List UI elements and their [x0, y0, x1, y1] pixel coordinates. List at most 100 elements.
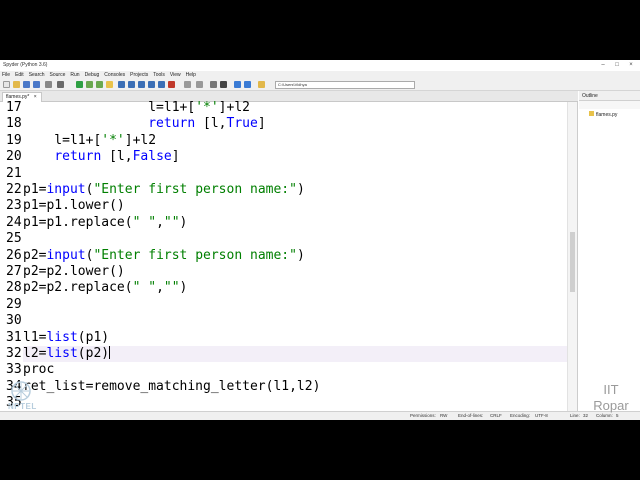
line-number: 25 [6, 231, 22, 247]
menu-view[interactable]: View [170, 71, 181, 79]
run-cell-advance-icon[interactable] [96, 81, 103, 88]
window-title: Spyder (Python 3.6) [3, 62, 48, 68]
at-symbol-icon[interactable] [45, 81, 52, 88]
line-number: 20 [6, 149, 22, 165]
new-file-icon[interactable] [3, 81, 10, 88]
line-number: 18 [6, 116, 22, 132]
code-line[interactable]: p2=p2.replace(" ","") [23, 280, 187, 296]
code-line[interactable]: p1=input("Enter first person name:") [23, 182, 305, 198]
status-bar: Permissions: RW End-of-lines: CRLF Encod… [0, 411, 640, 420]
line-number: 19 [6, 132, 22, 148]
save-icon[interactable] [23, 81, 30, 88]
line-number: 21 [6, 165, 22, 181]
line-number: 32 [6, 346, 22, 361]
menu-run[interactable]: Run [70, 71, 79, 79]
menu-consoles[interactable]: Consoles [104, 71, 125, 79]
line-number: 29 [6, 296, 22, 312]
debug-icon[interactable] [118, 81, 125, 88]
list-icon[interactable] [57, 81, 64, 88]
working-directory-input[interactable]: C:\Users\Vidhya [275, 81, 415, 89]
maximize-icon[interactable]: □ [610, 60, 624, 71]
menu-help[interactable]: Help [186, 71, 196, 79]
forward-arrow-icon[interactable] [244, 81, 251, 88]
code-line[interactable]: return [l,False] [23, 149, 179, 165]
code-line[interactable]: l=l1+['*']+l2 [23, 100, 250, 116]
encoding-value: UTF-8 [535, 413, 548, 418]
continue-icon[interactable] [158, 81, 165, 88]
video-letterbox-top [0, 0, 640, 60]
code-line[interactable]: p1=p1.lower() [23, 198, 125, 214]
code-line[interactable]: ret_list=remove_matching_letter(l1,l2) [23, 379, 320, 395]
run-selection-icon[interactable] [106, 81, 113, 88]
step-into-icon[interactable] [138, 81, 145, 88]
line-number-gutter: 17 18 19 20 21 22 23 24 25 26 27 28 29 30 31 32 33 34 35 [0, 100, 23, 411]
line-number: 27 [6, 264, 22, 279]
back-arrow-icon[interactable] [234, 81, 241, 88]
menu-tools[interactable]: Tools [153, 71, 165, 79]
line-label: Line: [570, 413, 580, 418]
line-number: 17 [6, 100, 22, 115]
close-icon[interactable]: × [624, 60, 638, 71]
code-line[interactable]: proc [23, 362, 54, 378]
menu-search[interactable]: Search [29, 71, 45, 79]
institute-line-1: IIT [603, 382, 619, 397]
main-toolbar: C:\Users\Vidhya [0, 79, 640, 91]
outline-title: Outline [579, 91, 640, 101]
run-icon[interactable] [76, 81, 83, 88]
run-cell-icon[interactable] [86, 81, 93, 88]
nptel-watermark: NPTEL [8, 402, 37, 411]
code-line[interactable]: l1=list(p1) [23, 330, 109, 346]
stop-debug-icon[interactable] [168, 81, 175, 88]
menu-file[interactable]: File [2, 71, 10, 79]
python-file-icon [589, 111, 594, 116]
outline-pane: Outline flames.py [579, 91, 640, 411]
institute-line-2: Ropar [593, 398, 629, 413]
menu-edit[interactable]: Edit [15, 71, 24, 79]
fullscreen-icon[interactable] [196, 81, 203, 88]
menu-bar: File Edit Search Source Run Debug Consol… [0, 71, 640, 79]
code-line[interactable]: l2=list(p2) [23, 346, 111, 362]
python-path-icon[interactable] [220, 81, 227, 88]
menu-debug[interactable]: Debug [85, 71, 100, 79]
step-return-icon[interactable] [148, 81, 155, 88]
eol-value: CRLF [490, 413, 502, 418]
eol-label: End-of-lines: [458, 413, 484, 418]
line-value: 32 [583, 413, 589, 418]
permissions-label: Permissions: [410, 413, 436, 418]
encoding-label: Encoding: [510, 413, 531, 418]
text-cursor [109, 346, 111, 359]
open-folder-icon[interactable] [13, 81, 20, 88]
editor-pane: flames.py* × 17 18 19 20 21 22 23 24 25 26 27 28 29 3… [0, 91, 578, 411]
window-controls: – □ × [596, 60, 638, 71]
line-number: 28 [6, 280, 22, 296]
line-number: 31 [6, 329, 22, 345]
line-number: 22 [6, 182, 22, 197]
scrollbar-thumb[interactable] [570, 232, 575, 292]
outline-toolbar [579, 101, 640, 109]
editor-vertical-scrollbar[interactable] [567, 102, 577, 411]
browse-folder-icon[interactable] [258, 81, 265, 88]
code-line[interactable]: return [l,True] [23, 116, 265, 132]
code-line[interactable]: l=l1+['*']+l2 [23, 133, 156, 149]
preferences-icon[interactable] [210, 81, 217, 88]
code-line[interactable]: p2=p2.lower() [23, 264, 125, 280]
menu-source[interactable]: Source [50, 71, 66, 79]
minimize-icon[interactable]: – [596, 60, 610, 71]
title-bar: Spyder (Python 3.6) – □ × [0, 60, 640, 71]
code-editor[interactable]: l=l1+['*']+l2 return [l,True] l=l1+['*']… [23, 100, 567, 411]
save-all-icon[interactable] [33, 81, 40, 88]
step-icon[interactable] [128, 81, 135, 88]
outline-item-label: flames.py [596, 112, 618, 118]
line-number: 24 [6, 214, 22, 230]
code-line[interactable]: p2=input("Enter first person name:") [23, 248, 305, 264]
outline-item-flames[interactable]: flames.py [589, 111, 617, 118]
menu-projects[interactable]: Projects [130, 71, 148, 79]
spyder-window: Spyder (Python 3.6) – □ × File Edit Sear… [0, 60, 640, 420]
line-number: 26 [6, 247, 22, 263]
permissions-value: RW [440, 413, 448, 418]
institute-watermark: IIT Ropar [589, 382, 633, 414]
line-number: 33 [6, 362, 22, 378]
line-number: 23 [6, 198, 22, 214]
code-line[interactable]: p1=p1.replace(" ","") [23, 215, 187, 231]
maximize-pane-icon[interactable] [184, 81, 191, 88]
